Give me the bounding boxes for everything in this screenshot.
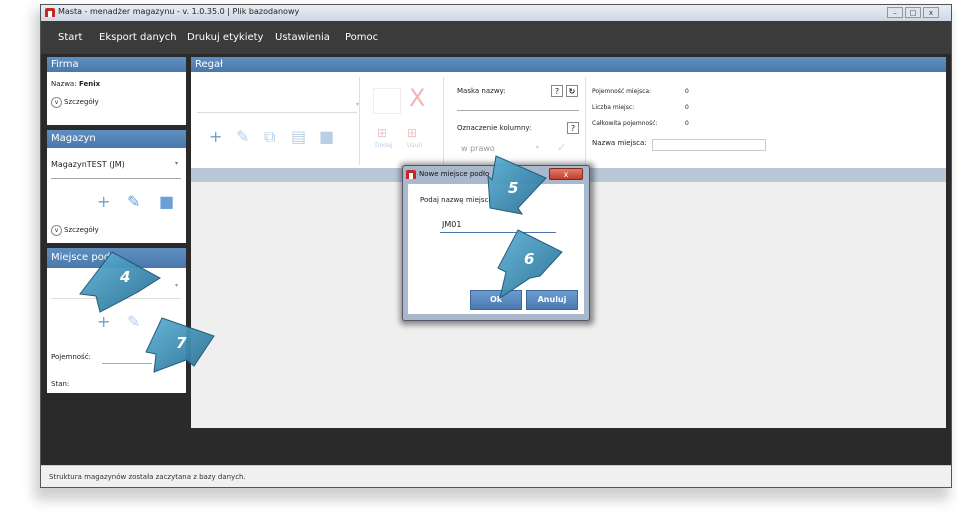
callout-number-5: 5 — [508, 179, 518, 197]
callout-number-7: 7 — [176, 334, 187, 352]
tutorial-callouts: 4 5 6 7 — [79, 155, 563, 373]
callout-number-4: 4 — [119, 268, 130, 286]
callout-number-6: 6 — [524, 250, 534, 268]
